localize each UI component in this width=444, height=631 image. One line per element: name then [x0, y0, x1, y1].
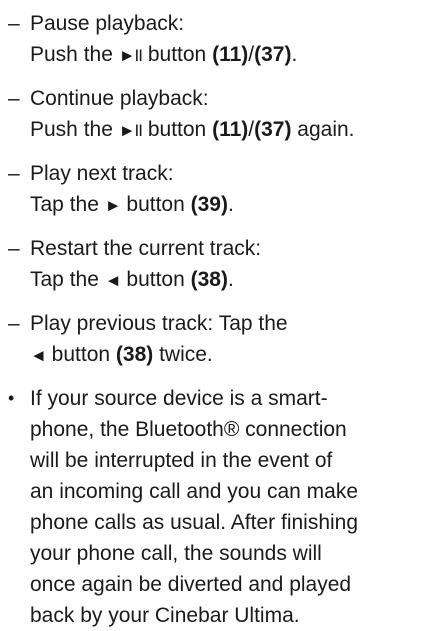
button-ref: (39) — [190, 193, 228, 216]
rewind-icon: ◄ — [104, 271, 122, 290]
button-ref: (11) — [212, 118, 249, 141]
dash-marker: – — [8, 12, 20, 35]
item-heading: Play previous track: Tap the — [30, 312, 288, 335]
dash-marker: – — [8, 312, 20, 335]
note-line: once again be diverted and played — [30, 573, 352, 596]
play-icon: ► — [104, 196, 122, 215]
bullet-marker: • — [8, 388, 15, 408]
play-pause-icon: ►II — [118, 46, 143, 65]
item-instruction: Push the ►II button (11)/(37). — [30, 43, 298, 66]
button-ref: (38) — [190, 268, 228, 291]
note-line: will be interrupted in the event of — [30, 449, 333, 472]
list-item-next-track: – Play next track: Tap the ► button (39)… — [8, 158, 438, 221]
item-heading: Pause playback: — [30, 12, 185, 35]
list-item-restart-track: – Restart the current track: Tap the ◄ b… — [8, 233, 438, 296]
play-pause-icon: ►II — [118, 121, 143, 140]
rewind-icon: ◄ — [30, 346, 47, 365]
item-instruction: ◄ button (38) twice. — [30, 343, 213, 366]
button-ref: (37) — [254, 118, 292, 141]
button-ref: (11) — [212, 43, 249, 66]
list-item-previous-track: – Play previous track: Tap the ◄ button … — [8, 308, 438, 371]
item-instruction: Push the ►II button (11)/(37) again. — [30, 118, 355, 141]
item-instruction: Tap the ◄ button (38). — [30, 268, 234, 291]
item-heading: Continue playback: — [30, 87, 209, 110]
dash-marker: – — [8, 237, 20, 260]
note-line: phone, the Bluetooth® connection — [30, 418, 347, 441]
dash-marker: – — [8, 87, 20, 110]
button-ref: (38) — [115, 343, 154, 366]
note-line: your phone call, the sounds will — [30, 542, 322, 565]
item-instruction: Tap the ► button (39). — [30, 193, 234, 216]
note-line: If your source device is a smart- — [30, 387, 328, 410]
button-ref: (37) — [254, 43, 292, 66]
instructions-page: – Pause playback: Push the ►II button (1… — [0, 0, 444, 627]
note-line: back by your Cinebar Ultima. — [30, 604, 300, 627]
list-item-continue-playback: – Continue playback: Push the ►II button… — [8, 83, 438, 146]
note-bluetooth-calls: • If your source device is a smart- phon… — [8, 383, 438, 631]
item-heading: Play next track: — [30, 162, 174, 185]
list-item-pause-playback: – Pause playback: Push the ►II button (1… — [8, 8, 438, 71]
item-heading: Restart the current track: — [30, 237, 262, 260]
note-line: an incoming call and you can make — [30, 480, 359, 503]
dash-marker: – — [8, 162, 20, 185]
note-line: phone calls as usual. After finishing — [30, 511, 359, 534]
